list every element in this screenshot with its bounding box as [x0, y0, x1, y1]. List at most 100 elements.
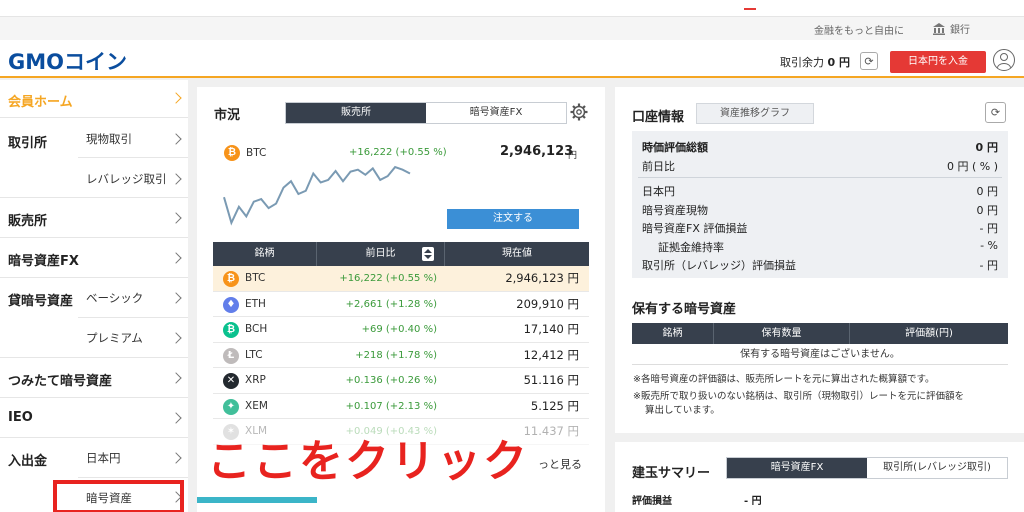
- sparkline-series: [223, 165, 411, 226]
- account-row-label: 時価評価総額: [642, 141, 708, 154]
- xem-coin-icon: ✦: [223, 398, 239, 415]
- col-holding-value: 評価額(円): [905, 328, 953, 339]
- account-row: 証拠金維持率 - %: [632, 237, 1008, 256]
- sidebar-item-tsumitate[interactable]: つみたて暗号資産: [0, 358, 188, 398]
- sidebar: 会員ホーム 取引所 現物取引 レバレッジ取引 販売所 暗号資産FX 貸暗号資産 …: [0, 80, 188, 512]
- holdings-header: 銘柄 保有数量 評価額(円): [632, 323, 1008, 344]
- xrp-coin-icon: ✕: [223, 373, 239, 389]
- sidebar-item-home[interactable]: 会員ホーム: [0, 80, 188, 118]
- row-symbol: BCH: [245, 323, 268, 335]
- market-row-btc[interactable]: ₿ BTC +16,222 (+0.55 %) 2,946,123 円: [213, 266, 589, 292]
- order-button[interactable]: 注文する: [447, 209, 579, 229]
- summary-pl-row: 評価損益 - 円: [632, 492, 762, 507]
- featured-price: 2,946,123: [500, 144, 574, 159]
- summary-pl-label: 評価損益: [632, 496, 672, 507]
- row-symbol: LTC: [245, 348, 263, 361]
- row-change: +218 (+1.78 %): [355, 349, 437, 361]
- sidebar-item-ieo[interactable]: IEO: [0, 398, 188, 438]
- tab-summary-exchange[interactable]: 取引所(レバレッジ取引): [867, 458, 1007, 478]
- refresh-icon: ⟳: [990, 106, 1001, 119]
- sidebar-item-sales[interactable]: 販売所: [0, 198, 188, 238]
- account-row-label: 暗号資産現物: [642, 203, 708, 217]
- sidebar-subitem-basic[interactable]: ベーシック: [0, 278, 188, 318]
- chevron-right-icon: [170, 212, 182, 224]
- sort-icon[interactable]: [422, 247, 434, 261]
- refresh-icon: ⟳: [864, 54, 874, 68]
- bank-icon: [933, 22, 945, 35]
- account-row: 時価評価総額 0 円: [632, 137, 1008, 156]
- featured-symbol: BTC: [246, 147, 267, 159]
- ltc-coin-icon: Ł: [223, 347, 239, 364]
- chevron-right-icon: [170, 332, 182, 344]
- row-symbol: BTC: [245, 272, 266, 284]
- sidebar-subitem-leverage[interactable]: レバレッジ取引: [0, 158, 188, 198]
- row-price: 17,140 円: [523, 322, 579, 336]
- header: GMOコイン 取引余力 0 円 ⟳ 日本円を入金: [0, 40, 1024, 78]
- holdings-title: 保有する暗号資産: [632, 302, 737, 317]
- tab-sales[interactable]: 販売所: [286, 103, 426, 123]
- col-symbol[interactable]: 銘柄: [213, 242, 317, 266]
- accent-mark: [744, 8, 756, 10]
- see-more-link[interactable]: っと見る: [538, 456, 582, 472]
- market-row-bch[interactable]: ₿ BCH +69 (+0.40 %) 17,140 円: [213, 317, 589, 343]
- col-change[interactable]: 前日比: [317, 242, 445, 266]
- account-row-value: 0 円: [976, 185, 999, 198]
- row-symbol: XRP: [245, 374, 266, 386]
- account-row: 前日比 0 円 ( % ): [632, 156, 1008, 175]
- market-row-eth[interactable]: ♦ ETH +2,661 (+1.28 %) 209,910 円: [213, 292, 589, 317]
- row-price: 2,946,123 円: [505, 271, 579, 285]
- account-row-value: - 円: [979, 259, 998, 272]
- chevron-right-icon: [170, 133, 182, 145]
- col-price[interactable]: 現在値: [445, 242, 589, 266]
- position-summary-title: 建玉サマリー: [632, 466, 711, 481]
- eth-coin-icon: ♦: [223, 296, 239, 313]
- chevron-right-icon: [170, 372, 182, 384]
- refresh-account-button[interactable]: ⟳: [985, 102, 1006, 123]
- account-row: 取引所（レバレッジ）評価損益 - 円: [632, 255, 1008, 274]
- summary-pl-value: - 円: [744, 496, 762, 507]
- asset-graph-button[interactable]: 資産推移グラフ: [696, 103, 814, 124]
- row-price: 209,910 円: [516, 296, 579, 311]
- tab-summary-fx[interactable]: 暗号資産FX: [727, 458, 867, 478]
- summary-tabs: 暗号資産FX 取引所(レバレッジ取引): [726, 457, 1008, 479]
- user-avatar-icon[interactable]: [993, 49, 1015, 71]
- row-price: 12,412 円: [523, 347, 579, 362]
- market-tabs: 販売所 暗号資産FX: [285, 102, 567, 124]
- sidebar-item-exchange: 取引所 現物取引 レバレッジ取引: [0, 118, 188, 198]
- market-table: 銘柄 前日比 現在値 ₿ BTC +16,222 (+0.55 %) 2,946,12…: [213, 242, 589, 445]
- market-table-header: 銘柄 前日比 現在値: [213, 242, 589, 266]
- holdings-table: 銘柄 保有数量 評価額(円) 保有する暗号資産はございません。: [632, 323, 1008, 365]
- bank-link[interactable]: 銀行: [932, 21, 970, 36]
- account-row-value: - %: [980, 238, 998, 252]
- gear-icon[interactable]: [570, 103, 588, 121]
- row-price: 51.116 円: [523, 373, 579, 387]
- row-change: +69 (+0.40 %): [361, 324, 437, 335]
- tab-crypto-fx[interactable]: 暗号資産FX: [426, 103, 566, 123]
- sidebar-item-lending: 貸暗号資産 ベーシック プレミアム: [0, 278, 188, 358]
- market-row-xrp[interactable]: ✕ XRP +0.136 (+0.26 %) 51.116 円: [213, 368, 589, 394]
- account-row-label: 日本円: [642, 185, 675, 198]
- account-row: 暗号資産現物 0 円: [632, 200, 1008, 219]
- account-row-value: 0 円: [975, 141, 998, 154]
- panel-footer: [197, 497, 605, 512]
- available-balance: 取引余力 0 円: [780, 56, 850, 69]
- sidebar-subitem-spot[interactable]: 現物取引: [0, 118, 188, 158]
- sidebar-item-crypto-fx[interactable]: 暗号資産FX: [0, 238, 188, 278]
- row-change: +0.107 (+2.13 %): [345, 400, 437, 412]
- tagline-link[interactable]: 金融をもっと自由に: [814, 22, 904, 37]
- account-row-label: 証拠金維持率: [658, 240, 724, 254]
- deposit-jpy-button[interactable]: 日本円を入金: [890, 51, 986, 73]
- row-change: +0.136 (+0.26 %): [345, 375, 437, 386]
- row-price: 5.125 円: [530, 398, 579, 413]
- col-holding-quantity: 保有数量: [714, 323, 850, 344]
- market-row-xem[interactable]: ✦ XEM +0.107 (+2.13 %) 5.125 円: [213, 394, 589, 419]
- note-exchange-rate: ※販売所で取り扱いのない銘柄は、取引所（現物取引）レートを元に評価額を: [633, 391, 964, 402]
- top-strip: [0, 0, 1024, 16]
- refresh-balance-button[interactable]: ⟳: [860, 52, 878, 70]
- gmo-coin-logo[interactable]: GMOコイン: [8, 46, 127, 76]
- sidebar-subitem-jpy[interactable]: 日本円: [0, 438, 188, 478]
- sidebar-subitem-premium[interactable]: プレミアム: [0, 318, 188, 358]
- bch-coin-icon: ₿: [223, 322, 239, 338]
- market-row-ltc[interactable]: Ł LTC +218 (+1.78 %) 12,412 円: [213, 343, 589, 368]
- market-title: 市況: [214, 108, 241, 123]
